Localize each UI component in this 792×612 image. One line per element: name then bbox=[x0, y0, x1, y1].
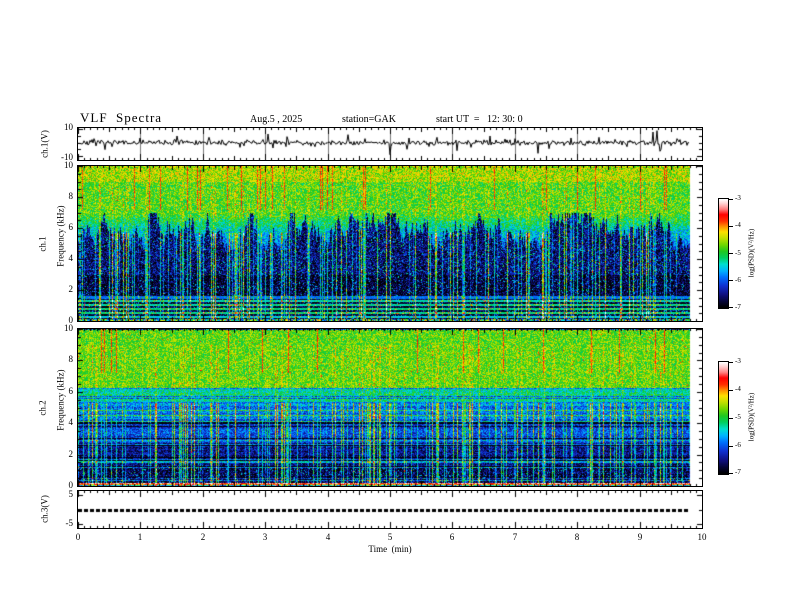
colorbar-2-canvas bbox=[719, 362, 728, 474]
vlf-spectra-figure: VLF Spectra Aug.5 , 2025 station=GAK sta… bbox=[0, 0, 792, 612]
ch3-voltage-axis-label: ch.3(V) bbox=[39, 495, 50, 523]
xtick: 7 bbox=[512, 532, 518, 542]
xtick: 0 bbox=[75, 532, 81, 542]
ch1v-ytick-top: 10 bbox=[64, 122, 73, 132]
spec1-ytick: 6 bbox=[68, 222, 74, 232]
page-title: VLF Spectra bbox=[80, 110, 163, 125]
spec2-ytick: 6 bbox=[68, 386, 74, 396]
cb2-tick-label: -4 bbox=[735, 385, 741, 393]
xtick: 3 bbox=[262, 532, 268, 542]
ch2-spectrogram-panel bbox=[77, 328, 703, 487]
ch1-spectrogram-canvas bbox=[78, 166, 702, 321]
cb1-tick-label: -5 bbox=[735, 249, 741, 257]
colorbar-tick bbox=[729, 473, 733, 474]
date-label: Aug.5 , 2025 bbox=[250, 114, 303, 125]
ch1-axis-channel: ch.1 bbox=[37, 236, 48, 252]
colorbar-tick bbox=[729, 253, 733, 254]
xtick: 2 bbox=[200, 532, 206, 542]
spec2-ytick: 2 bbox=[68, 449, 74, 459]
ch2-frequency-axis-label: ch.2 Frequency (kHz) bbox=[37, 370, 66, 447]
ch1-waveform-panel bbox=[77, 127, 703, 161]
xtick: 6 bbox=[449, 532, 455, 542]
xtick: 4 bbox=[325, 532, 331, 542]
station-label: station=GAK bbox=[342, 114, 396, 125]
spec1-ytick: 8 bbox=[68, 191, 74, 201]
ch3v-ytick-bottom: -5 bbox=[65, 518, 74, 528]
spec2-ytick: 8 bbox=[68, 354, 74, 364]
ch1-voltage-axis-label: ch.1(V) bbox=[39, 130, 50, 158]
colorbar-tick bbox=[729, 280, 733, 281]
cb1-tick-label: -7 bbox=[735, 303, 741, 311]
ch2-spectrogram-canvas bbox=[78, 329, 702, 486]
colorbar-1 bbox=[718, 198, 729, 309]
ch3-waveform-panel bbox=[77, 490, 703, 529]
spec2-ytick: 10 bbox=[64, 323, 73, 333]
spec1-ytick: 10 bbox=[64, 160, 73, 170]
cb2-tick-label: -7 bbox=[735, 468, 741, 476]
colorbar-tick bbox=[729, 418, 733, 419]
colorbar-1-canvas bbox=[719, 199, 728, 308]
xtick: 5 bbox=[387, 532, 393, 542]
xtick: 10 bbox=[697, 532, 707, 542]
ch2-axis-channel: ch.2 bbox=[37, 400, 48, 416]
cb2-axis-label: log(PSD)(V²/Hz) bbox=[747, 392, 756, 442]
cb2-tick-label: -5 bbox=[735, 413, 741, 421]
ch1-spectrogram-panel bbox=[77, 165, 703, 322]
xtick: 1 bbox=[137, 532, 143, 542]
colorbar-tick bbox=[729, 362, 733, 363]
colorbar-tick bbox=[729, 390, 733, 391]
cb2-tick-label: -3 bbox=[735, 357, 741, 365]
time-axis-label: Time (min) bbox=[368, 544, 412, 554]
colorbar-2 bbox=[718, 361, 729, 475]
cb1-tick-label: -6 bbox=[735, 276, 741, 284]
colorbar-tick bbox=[729, 307, 733, 308]
spec1-ytick: 4 bbox=[68, 253, 74, 263]
colorbar-tick bbox=[729, 199, 733, 200]
xtick: 9 bbox=[637, 532, 643, 542]
spec1-ytick: 2 bbox=[68, 284, 74, 294]
colorbar-tick bbox=[729, 446, 733, 447]
xtick: 8 bbox=[574, 532, 580, 542]
cb1-axis-label: log(PSD)(V²/Hz) bbox=[747, 228, 756, 278]
ch3v-ytick-top: 5 bbox=[68, 489, 74, 499]
colorbar-tick bbox=[729, 226, 733, 227]
ch1-waveform-canvas bbox=[78, 128, 702, 160]
ch3-waveform-canvas bbox=[78, 491, 702, 528]
cb1-tick-label: -3 bbox=[735, 194, 741, 202]
ch1-frequency-axis-label: ch.1 Frequency (kHz) bbox=[37, 206, 66, 283]
cb1-tick-label: -4 bbox=[735, 221, 741, 229]
cb2-tick-label: -6 bbox=[735, 441, 741, 449]
start-ut-label: start UT = 12: 30: 0 bbox=[436, 114, 523, 125]
spec2-ytick: 4 bbox=[68, 417, 74, 427]
